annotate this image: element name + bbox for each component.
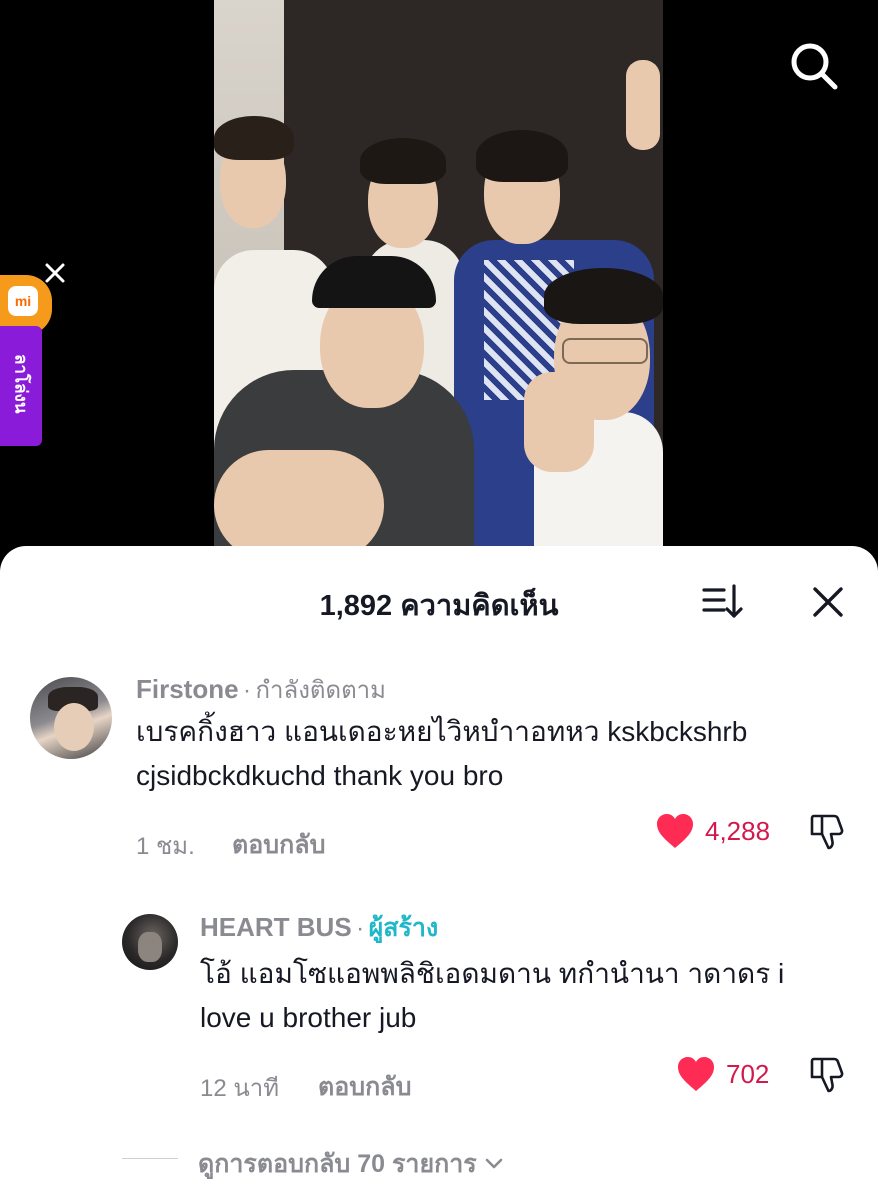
video-person-4 (214, 250, 484, 560)
search-icon (791, 43, 838, 90)
like-count: 702 (726, 1058, 770, 1089)
video-frame (214, 0, 663, 560)
avatar[interactable] (122, 914, 178, 970)
view-replies-label: ดูการตอบกลับ 70 รายการ (198, 1150, 477, 1178)
video-person-5 (514, 262, 663, 560)
creator-tag: ผู้สร้าง (368, 914, 439, 942)
reply-username[interactable]: HEART BUS (200, 912, 352, 942)
comment-text-line-1: เบรคกิ้งฮาว แอนเดอะหยไวิหบำาอทหว kskbcks… (136, 716, 748, 747)
close-icon (813, 587, 843, 617)
promo-close-button[interactable] (44, 262, 66, 284)
sort-button[interactable] (700, 582, 744, 622)
dislike-button[interactable] (808, 1055, 848, 1095)
view-replies-button[interactable]: ดูการตอบกลับ 70 รายการ (198, 1144, 505, 1184)
comment-text-line-2: cjsidbckdkuchd thank you bro (136, 760, 504, 791)
divider (122, 1158, 178, 1159)
reply-header: HEART BUS · ผู้สร้าง (200, 908, 438, 948)
close-comments-button[interactable] (808, 582, 848, 622)
reply-text-line-1: โอ้ แอมโซแอพพลิชิเอดมดาน ทกำนำนา าดาดร i (200, 958, 785, 989)
chevron-down-icon (485, 1158, 503, 1169)
comments-sheet: 1,892 ความคิดเห็น (0, 546, 878, 1199)
avatar[interactable] (30, 677, 112, 759)
thumbs-down-icon (810, 1057, 844, 1093)
comment-header: Firstone · กำลังติดตาม (136, 670, 386, 709)
heart-icon (657, 814, 693, 848)
comment-username[interactable]: Firstone (136, 674, 239, 704)
comments-header: 1,892 ความคิดเห็น (0, 546, 878, 650)
promo-label[interactable]: ลาโล่งน (6, 334, 36, 434)
comments-count-title: 1,892 ความคิดเห็น (319, 590, 559, 622)
sort-icon (702, 584, 743, 618)
close-icon (45, 263, 65, 283)
separator-dot: · (243, 677, 252, 704)
reply-button[interactable]: ตอบกลับ (318, 1067, 411, 1107)
reply-text-line-2: love u brother jub (200, 1002, 417, 1033)
like-count: 4,288 (705, 815, 771, 846)
reply-timestamp: 12 นาที (200, 1075, 280, 1102)
video-player[interactable] (0, 0, 878, 560)
mi-logo-icon[interactable]: mi (8, 286, 38, 316)
dislike-button[interactable] (808, 812, 848, 852)
like-button[interactable]: 702 (676, 1055, 769, 1093)
heart-icon (678, 1057, 714, 1091)
thumbs-down-icon (810, 814, 844, 850)
reply-button[interactable]: ตอบกลับ (232, 825, 325, 865)
separator-dot: · (356, 915, 365, 942)
comment-timestamp: 1 ชม. (136, 833, 195, 860)
search-button[interactable] (786, 38, 842, 94)
following-tag: กำลังติดตาม (255, 677, 386, 704)
like-button[interactable]: 4,288 (655, 812, 770, 850)
